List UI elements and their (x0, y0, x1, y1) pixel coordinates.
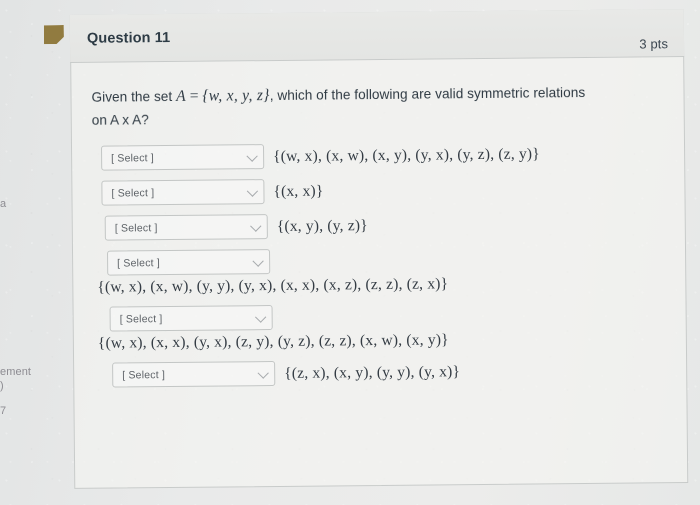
select-dropdown-6-label: [ Select ] (122, 368, 166, 382)
question-card: Question 11 3 pts Given the set A = {w, … (70, 9, 689, 489)
select-dropdown-2-label: [ Select ] (111, 186, 155, 200)
relation-set-3: {(x, y), (y, z)} (276, 216, 368, 235)
relation-set-6: {(z, x), (x, y), (y, y), (y, x)} (284, 362, 461, 382)
chevron-down-icon (252, 255, 264, 267)
prompt-set: {w, x, y, z} (202, 87, 270, 105)
chevron-down-icon (246, 150, 258, 162)
select-dropdown-5-label: [ Select ] (119, 312, 163, 326)
answer-row-5: [ Select ] {(w, x), (x, x), (y, x), (z, … (94, 301, 667, 352)
edge-fragment-ement: ement (0, 366, 32, 378)
relation-set-4: {(w, x), (x, w), (y, y), (y, x), (x, x),… (97, 275, 449, 296)
prompt-lead: Given the set (91, 88, 173, 105)
select-dropdown-4-label: [ Select ] (117, 256, 161, 270)
select-dropdown-4[interactable]: [ Select ] (107, 249, 271, 276)
edge-fragment-paren: ) (0, 380, 4, 392)
answer-rows: [ Select ] {(w, x), (x, w), (x, y), (y, … (92, 140, 667, 388)
chevron-down-icon (250, 220, 262, 232)
edge-fragment-seven: 7 (0, 405, 7, 417)
question-body: Given the set A = {w, x, y, z}, which of… (70, 58, 688, 489)
answer-row-6: [ Select ] {(z, x), (x, y), (y, y), (y, … (94, 357, 667, 388)
prompt-variable: A (176, 87, 186, 105)
question-points: 3 pts (639, 36, 669, 52)
chevron-down-icon (257, 367, 269, 379)
select-dropdown-3[interactable]: [ Select ] (104, 214, 268, 241)
select-dropdown-6[interactable]: [ Select ] (112, 361, 276, 388)
relation-set-5: {(w, x), (x, x), (y, x), (z, y), (y, z),… (97, 331, 449, 352)
edge-fragment-a: a (0, 198, 7, 210)
select-dropdown-2[interactable]: [ Select ] (101, 179, 265, 206)
question-prompt: Given the set A = {w, x, y, z}, which of… (91, 80, 639, 130)
relation-set-1: {(w, x), (x, w), (x, y), (y, x), (y, z),… (273, 145, 540, 165)
select-dropdown-3-label: [ Select ] (114, 221, 158, 235)
select-dropdown-1-label: [ Select ] (111, 151, 155, 165)
answer-row-4: [ Select ] {(w, x), (x, w), (y, y), (y, … (93, 245, 666, 296)
question-header: Question 11 3 pts (70, 9, 685, 63)
prompt-equals: = (189, 87, 199, 105)
prompt-middle: , which of the following are valid symme… (269, 85, 586, 104)
select-dropdown-1[interactable]: [ Select ] (100, 144, 265, 171)
prompt-tail: on A x A? (91, 112, 149, 128)
chevron-down-icon (246, 185, 259, 197)
relation-set-2: {(x, x)} (273, 182, 324, 200)
answer-row-1: [ Select ] {(w, x), (x, w), (x, y), (y, … (92, 140, 665, 171)
answer-row-3: [ Select ] {(x, y), (y, z)} (93, 210, 666, 241)
question-title: Question 11 (86, 29, 171, 47)
select-dropdown-5[interactable]: [ Select ] (109, 305, 273, 332)
chevron-down-icon (254, 311, 267, 323)
answer-row-2: [ Select ] {(x, x)} (92, 175, 665, 206)
